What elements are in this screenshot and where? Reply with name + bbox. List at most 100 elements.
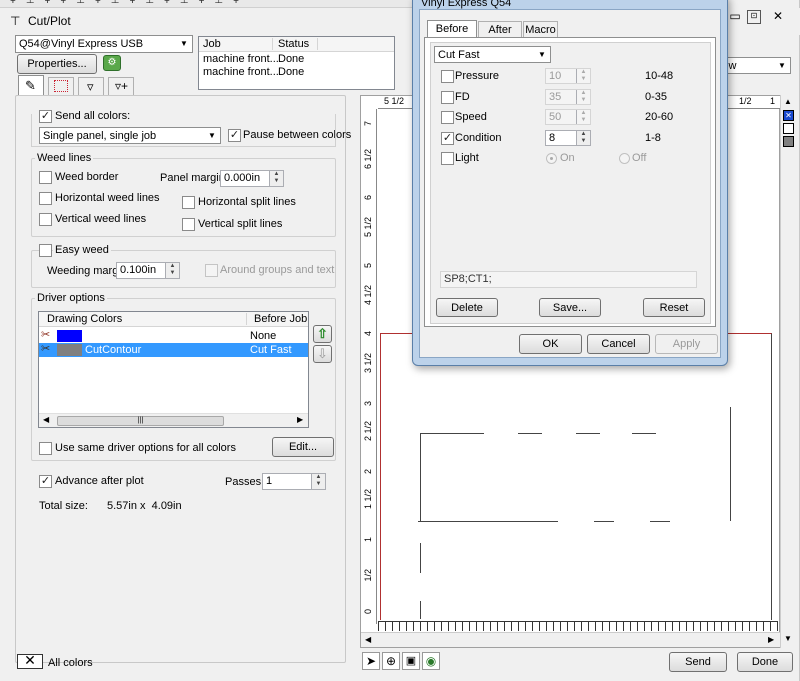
speed-value: 50	[549, 111, 562, 123]
list-item[interactable]: ✂ CutContour Cut Fast	[39, 343, 308, 357]
move-down-button[interactable]: ⇩	[313, 345, 332, 363]
pressure-input[interactable]: 10 ▲ ▼	[545, 68, 591, 84]
job-status: Done	[278, 53, 305, 65]
palette-swatch[interactable]	[783, 123, 794, 134]
passes-value: 1	[266, 475, 273, 487]
options-tab-strip: ✎ ▿ ▿+	[15, 74, 145, 95]
ruler-label: 5 1/2	[384, 96, 405, 106]
ruler-label: 3	[363, 401, 373, 407]
background-toolbar: ǂ⊥ǂǂ⊥ǂ⊥ǂ⊥ǂ⊥ǂ⊥ǂ	[0, 0, 412, 8]
scroll-left-icon[interactable]: ◀	[43, 415, 49, 424]
preview-tool-button[interactable]: ▣	[402, 652, 420, 670]
palette-swatch[interactable]	[783, 136, 794, 147]
toolbar-icons: ǂ⊥ǂǂ⊥ǂ⊥ǂ⊥ǂ⊥ǂ⊥ǂ	[10, 0, 249, 6]
tab-driver[interactable]: ▿	[78, 77, 104, 95]
horizontal-weed-checkbox[interactable]	[39, 192, 52, 205]
reset-button[interactable]: Reset	[643, 298, 705, 317]
fd-input[interactable]: 35 ▲ ▼	[545, 89, 591, 105]
cancel-button[interactable]: Cancel	[587, 334, 650, 354]
passes-label: Passes:	[225, 476, 265, 488]
color-name: CutContour	[85, 344, 142, 356]
spinner-icon[interactable]: ▲ ▼	[311, 474, 325, 489]
spinner-icon[interactable]: ▲ ▼	[576, 131, 590, 145]
same-driver-options-label: Use same driver options for all colors	[55, 442, 236, 454]
light-off-radio[interactable]	[619, 153, 630, 164]
weeding-margin-input[interactable]: 0.100in ▲ ▼	[116, 262, 180, 279]
weed-border-label: Weed border	[55, 171, 119, 183]
drawing-colors-list: Drawing Colors Before Job ✂ None ✂ CutCo…	[38, 311, 309, 428]
tab-general[interactable]: ✎	[18, 75, 44, 95]
advance-after-plot-checkbox[interactable]: ✓	[39, 475, 52, 488]
select-tool-button[interactable]: ➤	[362, 652, 380, 670]
horizontal-split-checkbox[interactable]	[182, 196, 195, 209]
spinner-icon[interactable]: ▲ ▼	[576, 110, 590, 124]
fd-checkbox[interactable]	[441, 91, 454, 104]
tab-after-job[interactable]: After Job	[478, 21, 522, 52]
tab-panel[interactable]	[48, 77, 74, 95]
speed-input[interactable]: 50 ▲ ▼	[545, 109, 591, 125]
pressure-checkbox[interactable]	[441, 70, 454, 83]
ruler-label: 4 1/2	[363, 285, 373, 306]
properties-button[interactable]: Properties...	[17, 54, 97, 74]
all-colors-button[interactable]: ✕	[17, 654, 43, 669]
status-column-header[interactable]: Status	[278, 38, 318, 50]
around-groups-checkbox[interactable]	[205, 264, 218, 277]
scroll-up-icon[interactable]: ▲	[784, 97, 792, 106]
apply-button[interactable]: Apply	[655, 334, 718, 354]
speed-checkbox[interactable]	[441, 111, 454, 124]
scroll-right-icon[interactable]: ▶	[768, 635, 774, 644]
main-window-controls	[728, 8, 796, 28]
ok-button[interactable]: OK	[519, 334, 582, 354]
cutter-status-icon[interactable]: ⚙	[103, 55, 121, 71]
condition-value: 8	[549, 132, 556, 144]
zoom-fit-tool-button[interactable]: ◉	[422, 652, 440, 670]
light-off-label: Off	[632, 152, 647, 164]
before-job-column-header[interactable]: Before Job	[254, 313, 307, 325]
tab-tools[interactable]: ▿+	[108, 77, 134, 95]
scroll-down-icon[interactable]: ▼	[784, 634, 792, 643]
preview-vertical-scrollbar[interactable]: ▲ ✕ ▼	[780, 95, 795, 648]
cutter-icon: ✂	[41, 329, 51, 341]
preview-horizontal-scrollbar[interactable]: ◀ ▶	[361, 632, 780, 647]
light-checkbox[interactable]	[441, 152, 454, 165]
scrollbar-thumb[interactable]: |||	[57, 416, 224, 426]
done-button[interactable]: Done	[737, 652, 793, 672]
light-on-radio[interactable]	[546, 153, 557, 164]
delete-button[interactable]: Delete	[436, 298, 498, 317]
same-driver-options-checkbox[interactable]	[39, 442, 52, 455]
drawing-colors-column-header[interactable]: Drawing Colors	[47, 313, 247, 325]
panel-margin-input[interactable]: 0.000in ▲ ▼	[220, 170, 284, 187]
preset-select[interactable]: Cut Fast ▼	[434, 46, 551, 63]
list-item[interactable]: ✂ None	[39, 329, 308, 343]
vertical-weed-checkbox[interactable]	[39, 213, 52, 226]
spinner-icon[interactable]: ▲ ▼	[269, 171, 283, 186]
pressure-range: 10-48	[645, 70, 674, 82]
send-button[interactable]: Send	[669, 652, 727, 672]
spinner-icon[interactable]: ▲ ▼	[165, 263, 179, 278]
tab-before-job[interactable]: Before Job	[427, 20, 477, 52]
ruler-label: 7	[363, 121, 373, 127]
job-column-header[interactable]: Job	[203, 38, 273, 50]
horizontal-scrollbar[interactable]: ◀ ||| ▶	[39, 413, 308, 427]
passes-input[interactable]: 1 ▲ ▼	[262, 473, 326, 490]
zoom-tool-button[interactable]: ⊕	[382, 652, 400, 670]
vertical-split-checkbox[interactable]	[182, 218, 195, 231]
scroll-left-icon[interactable]: ◀	[365, 635, 371, 644]
move-up-button[interactable]: ⇧	[313, 325, 332, 343]
easy-weed-checkbox[interactable]	[39, 244, 52, 257]
tab-macro[interactable]: Macro	[523, 21, 558, 38]
spinner-icon[interactable]: ▲ ▼	[576, 69, 590, 83]
table-row[interactable]: machine front... Done	[199, 53, 394, 66]
table-row[interactable]: machine front... Done	[199, 66, 394, 79]
job-name: machine front...	[203, 66, 279, 78]
palette-selected-swatch[interactable]: ✕	[783, 110, 794, 121]
spinner-icon[interactable]: ▲ ▼	[576, 90, 590, 104]
edit-button[interactable]: Edit...	[272, 437, 334, 457]
save-button[interactable]: Save...	[539, 298, 601, 317]
weed-border-checkbox[interactable]	[39, 171, 52, 184]
device-select[interactable]: Q54@Vinyl Express USB ▼	[15, 35, 193, 53]
condition-input[interactable]: 8 ▲ ▼	[545, 130, 591, 146]
job-status: Done	[278, 66, 305, 78]
condition-checkbox[interactable]: ✓	[441, 132, 454, 145]
scroll-right-icon[interactable]: ▶	[297, 415, 303, 424]
